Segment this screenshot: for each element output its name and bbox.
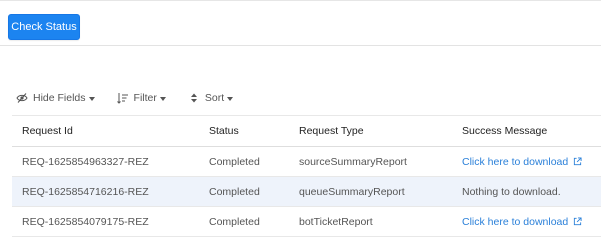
table-row: REQ-1625854079175-REZ Completed botTicke… [12,206,601,237]
status-cell: Completed [199,206,289,237]
table-toolbar: Hide Fields Filter Sort [16,90,255,106]
chevron-down-icon [227,96,234,101]
filter-button[interactable]: Filter [116,92,166,104]
requests-table: Request Id Status Request Type Success M… [12,115,601,237]
download-link[interactable]: Click here to download [462,216,582,228]
column-header-status[interactable]: Status [199,115,289,147]
column-header-request-type[interactable]: Request Type [289,115,452,147]
chevron-down-icon [159,96,166,101]
request-id-cell: REQ-1625854079175-REZ [12,206,199,237]
table-row: REQ-1625854963327-REZ Completed sourceSu… [12,146,601,177]
status-cell: Completed [199,146,289,177]
hide-fields-label: Hide Fields [33,92,86,104]
filter-label: Filter [133,92,157,104]
request-type-cell: sourceSummaryReport [289,146,452,177]
sort-label: Sort [204,92,225,104]
table-row: REQ-1625854716216-REZ Completed queueSum… [12,176,601,207]
eye-slash-icon [16,92,28,104]
section-divider [0,45,601,46]
download-link-label: Click here to download [462,215,569,228]
external-link-icon [574,157,582,166]
status-cell: Completed [199,176,289,207]
success-message-cell: Click here to download [452,146,601,177]
column-header-request-id[interactable]: Request Id [12,115,199,147]
top-border [0,0,601,1]
chevron-down-icon [88,96,95,101]
sort-arrows-icon [188,92,200,104]
request-id-cell: REQ-1625854716216-REZ [12,176,199,207]
external-link-icon [574,217,582,226]
success-message-cell: Nothing to download. [452,176,601,207]
download-link-label: Click here to download [462,155,569,168]
table-header-row: Request Id Status Request Type Success M… [12,115,601,147]
request-type-cell: queueSummaryReport [289,176,452,207]
check-status-button[interactable]: Check Status [8,14,80,40]
download-link[interactable]: Click here to download [462,156,582,168]
request-id-cell: REQ-1625854963327-REZ [12,146,199,177]
sort-lines-icon [116,92,129,104]
request-type-cell: botTicketReport [289,206,452,237]
success-message-cell: Click here to download [452,206,601,237]
hide-fields-button[interactable]: Hide Fields [16,92,95,104]
column-header-success-message[interactable]: Success Message [452,115,601,147]
sort-button[interactable]: Sort [188,92,234,104]
